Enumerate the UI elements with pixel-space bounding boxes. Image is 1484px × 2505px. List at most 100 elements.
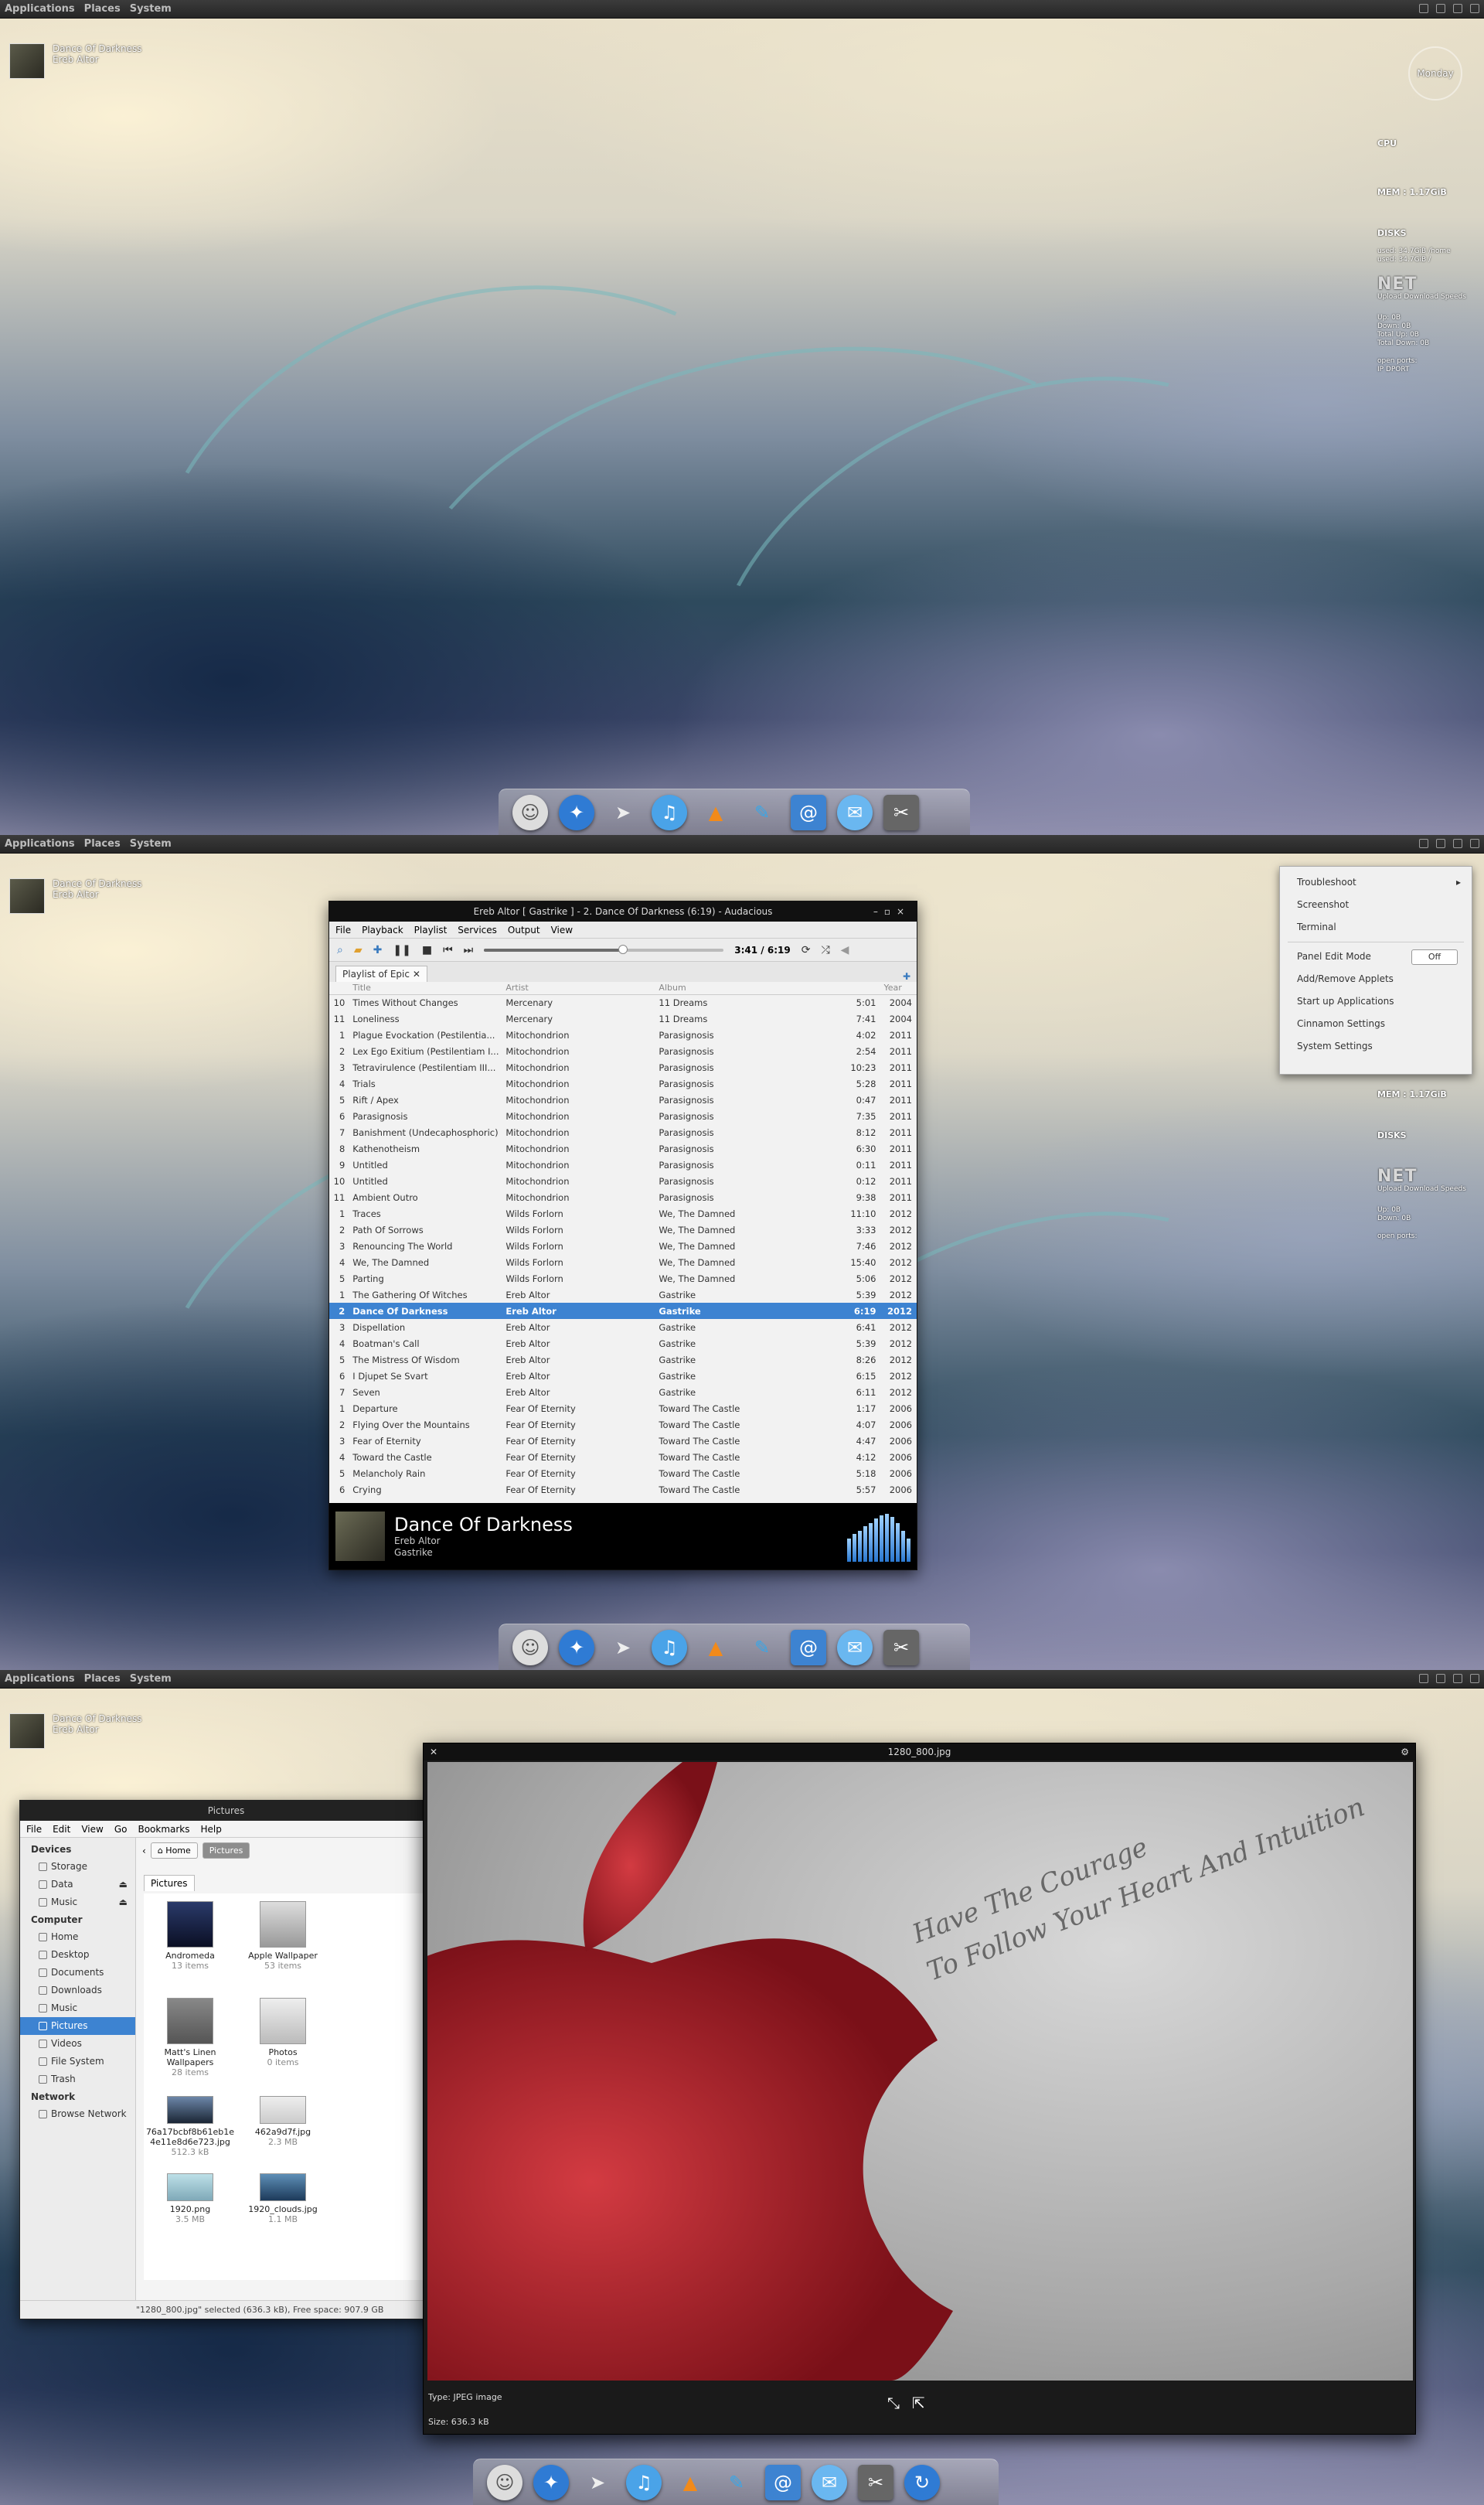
col-artist[interactable]: Artist — [502, 982, 656, 995]
power-icon[interactable] — [1470, 1674, 1479, 1683]
menu-add-remove-applets[interactable]: Add/Remove Applets — [1280, 968, 1472, 990]
safari-icon[interactable]: ✦ — [559, 794, 594, 830]
feather-icon[interactable]: ✎ — [744, 1630, 780, 1665]
menu-system[interactable]: System — [125, 3, 176, 15]
seek-bar[interactable] — [484, 944, 724, 954]
playlist-row[interactable]: 4 Boatman's Call Ereb Altor Gastrike 5:39 201… — [329, 1335, 917, 1351]
volume-icon[interactable]: ◀ — [841, 944, 849, 956]
col-title[interactable]: Title — [349, 982, 503, 995]
menu-panel-edit-mode[interactable]: Panel Edit Mode Off — [1280, 946, 1472, 968]
eject-icon[interactable]: ⏏ — [119, 1893, 128, 1911]
file-manager-titlebar[interactable]: Pictures — [20, 1801, 432, 1821]
playlist-row[interactable]: 6 Parasignosis Mitochondrion Parasignosis 7:… — [329, 1108, 917, 1124]
playlist-row[interactable]: 8 Kathenotheism Mitochondrion Parasignosis 6… — [329, 1140, 917, 1157]
menu-go[interactable]: Go — [114, 1824, 128, 1835]
file-item[interactable]: Matt's Linen Wallpapers 28 items — [144, 1998, 237, 2077]
col-year[interactable]: Year — [880, 982, 917, 995]
menu-help[interactable]: Help — [201, 1824, 222, 1835]
menu-system-settings[interactable]: System Settings — [1280, 1035, 1472, 1058]
file-item[interactable]: Photos 0 items — [237, 1998, 329, 2067]
chat-icon[interactable]: ✉ — [837, 1629, 873, 1665]
menu-screenshot[interactable]: Screenshot — [1280, 894, 1472, 916]
repeat-icon[interactable]: ⟳ — [802, 944, 811, 956]
mail-icon[interactable] — [1419, 4, 1428, 13]
mail-icon[interactable]: @ — [765, 2464, 801, 2500]
open-with-icon[interactable]: ⇱ — [912, 2394, 925, 2412]
audacious-titlebar[interactable]: Ereb Altor [ Gastrike ] - 2. Dance Of Da… — [329, 901, 917, 922]
mail-icon[interactable] — [1419, 839, 1428, 848]
volume-icon[interactable] — [1453, 1674, 1462, 1683]
playlist-row[interactable]: 10 Untitled Mitochondrion Parasignosis 0:12 2… — [329, 1173, 917, 1189]
add-playlist-icon[interactable]: ✚ — [903, 971, 910, 982]
playlist-row[interactable]: 7 Seven Ereb Altor Gastrike 6:11 2012 — [329, 1384, 917, 1400]
menu-terminal[interactable]: Terminal — [1280, 916, 1472, 939]
sidebar-item-trash[interactable]: Trash — [20, 2070, 135, 2088]
playlist-row[interactable]: 5 Parting Wilds Forlorn We, The Damned 5:06 2… — [329, 1270, 917, 1287]
mail-icon[interactable]: @ — [791, 794, 826, 830]
panel-edit-toggle[interactable]: Off — [1411, 949, 1458, 965]
back-icon[interactable]: ‹ — [142, 1846, 146, 1856]
menu-edit[interactable]: Edit — [53, 1824, 70, 1835]
vlc-icon[interactable]: ▲ — [698, 1630, 733, 1665]
file-item[interactable]: 76a17bcbf8b61eb1e4e11e8d6e723.jpg 512.3 k… — [144, 2096, 237, 2157]
playlist-row[interactable]: 9 Untitled Mitochondrion Parasignosis 0:11 20… — [329, 1157, 917, 1173]
window-controls[interactable]: –▫× — [873, 901, 910, 922]
playlist-row[interactable]: 1 Traces Wilds Forlorn We, The Damned 11:10 2… — [329, 1205, 917, 1222]
playlist-row[interactable]: 3 Fear of Eternity Fear Of Eternity Toward … — [329, 1433, 917, 1449]
playlist-row[interactable]: 5 The Mistress Of Wisdom Ereb Altor Gastrik… — [329, 1351, 917, 1368]
sidebar-item-downloads[interactable]: Downloads — [20, 1982, 135, 1999]
power-icon[interactable] — [1470, 4, 1479, 13]
open-folder-icon[interactable]: ▰ — [354, 944, 362, 956]
sidebar-item-data[interactable]: Data ⏏ — [20, 1876, 135, 1893]
eject-icon[interactable]: ⏏ — [119, 1876, 128, 1893]
volume-icon[interactable] — [1453, 839, 1462, 848]
col-album[interactable]: Album — [655, 982, 828, 995]
menu-system[interactable]: System — [125, 1673, 176, 1685]
itunes-icon[interactable]: ♫ — [652, 794, 687, 830]
screenshot-icon[interactable]: ✂ — [883, 1629, 919, 1665]
playlist-row[interactable]: 2 Path Of Sorrows Wilds Forlorn We, The Dam… — [329, 1222, 917, 1238]
sidebar-item-music[interactable]: Music — [20, 1999, 135, 2017]
screenshot-icon[interactable]: ✂ — [883, 794, 919, 830]
safari-icon[interactable]: ✦ — [559, 1629, 594, 1665]
playlist-row[interactable]: 10 Times Without Changes Mercenary 11 Dream… — [329, 994, 917, 1011]
playlist-row[interactable]: 11 Ambient Outro Mitochondrion Parasignosis… — [329, 1189, 917, 1205]
menu-applications[interactable]: Applications — [0, 3, 80, 15]
cursor-icon[interactable]: ➤ — [605, 1630, 641, 1665]
file-item[interactable]: Apple Wallpaper 53 items — [237, 1901, 329, 1971]
add-icon[interactable]: ✚ — [373, 944, 383, 956]
file-item[interactable]: 462a9d7f.jpg 2.3 MB — [237, 2096, 329, 2147]
file-item[interactable]: 1920.png 3.5 MB — [144, 2173, 237, 2224]
playlist-row[interactable]: 7 Banishment (Undecaphosphoric) Mitochondr… — [329, 1124, 917, 1140]
network-icon[interactable] — [1436, 1674, 1445, 1683]
playlist-row[interactable]: 6 Crying Fear Of Eternity Toward The Castle… — [329, 1481, 917, 1498]
network-icon[interactable] — [1436, 4, 1445, 13]
cursor-icon[interactable]: ➤ — [580, 2465, 615, 2500]
sidebar-item-filesystem[interactable]: File System — [20, 2053, 135, 2070]
playlist-row[interactable]: 6 I Djupet Se Svart Ereb Altor Gastrike 6:15… — [329, 1368, 917, 1384]
feather-icon[interactable]: ✎ — [719, 2465, 754, 2500]
sidebar-item-browse-network[interactable]: Browse Network — [20, 2105, 135, 2123]
itunes-icon[interactable]: ♫ — [652, 1629, 687, 1665]
screenshot-icon[interactable]: ✂ — [858, 2464, 893, 2500]
menu-system[interactable]: System — [125, 838, 176, 850]
playlist-row[interactable]: 1 The Gathering Of Witches Ereb Altor Gastr… — [329, 1287, 917, 1303]
menu-places[interactable]: Places — [80, 838, 125, 850]
menu-bookmarks[interactable]: Bookmarks — [138, 1824, 189, 1835]
previous-icon[interactable]: ⏮ — [443, 944, 453, 956]
menu-services[interactable]: Services — [458, 925, 497, 936]
menu-playlist[interactable]: Playlist — [414, 925, 448, 936]
playlist-row[interactable]: 4 We, The Damned Wilds Forlorn We, The Damn… — [329, 1254, 917, 1270]
menu-places[interactable]: Places — [80, 3, 125, 15]
file-item[interactable]: Andromeda 13 items — [144, 1901, 237, 1971]
search-icon[interactable]: ⌕ — [337, 944, 343, 956]
menu-troubleshoot[interactable]: Troubleshoot ▸ — [1280, 871, 1472, 894]
finder-icon[interactable]: ☺ — [512, 794, 548, 830]
menu-applications[interactable]: Applications — [0, 838, 80, 850]
pause-icon[interactable]: ❚❚ — [393, 944, 410, 956]
playlist-row[interactable]: 3 Renouncing The World Wilds Forlorn We, Th… — [329, 1238, 917, 1254]
close-icon[interactable]: ✕ — [430, 1743, 437, 1760]
sidebar-item-storage[interactable]: Storage — [20, 1858, 135, 1876]
playlist-row[interactable]: 2 Flying Over the Mountains Fear Of Eterni… — [329, 1416, 917, 1433]
vlc-icon[interactable]: ▲ — [698, 795, 733, 830]
